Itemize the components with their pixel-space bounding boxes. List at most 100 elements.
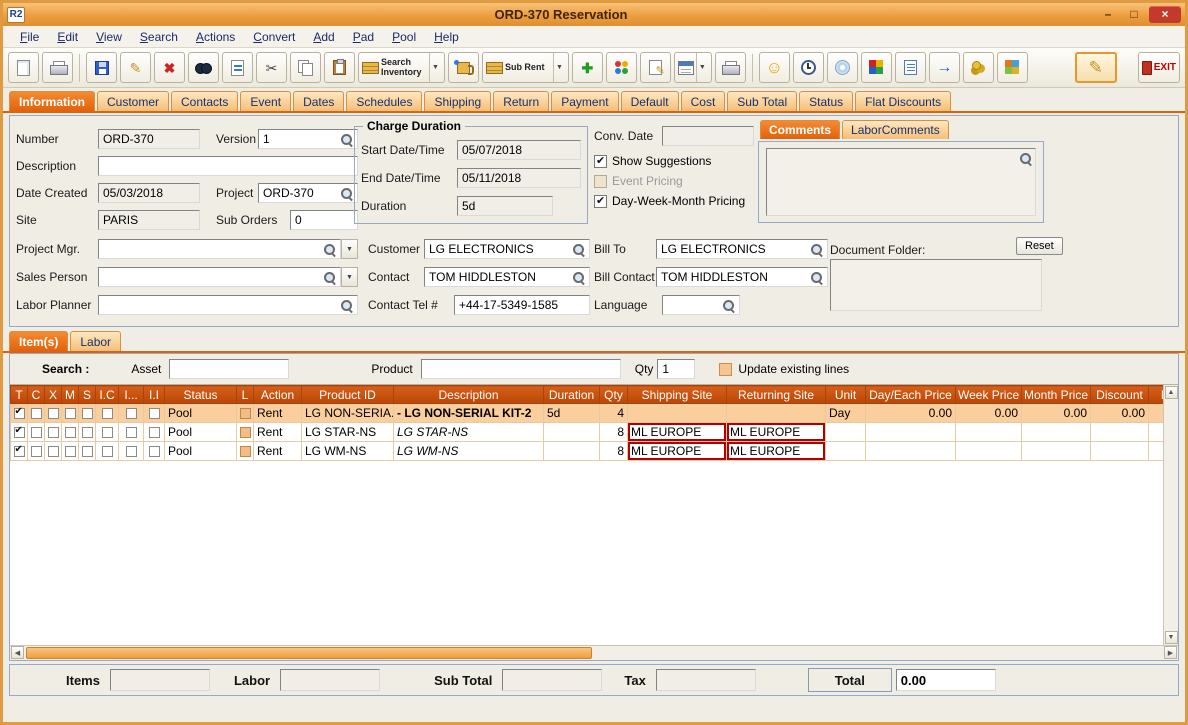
row-checkbox[interactable] [81,427,93,439]
cell-status[interactable]: Pool [164,422,237,442]
column-header[interactable]: Action [253,385,302,404]
scroll-right-icon[interactable] [1164,646,1177,659]
cell-shipping-site[interactable]: ML EUROPE [627,441,727,461]
table-row[interactable]: Pool Rent LG STAR-NS LG STAR-NS 8 ML EUR… [10,422,1178,442]
print-button[interactable] [42,52,73,83]
version-field[interactable]: 1 [258,129,358,149]
row-checkbox[interactable] [81,408,93,420]
search-icon[interactable] [722,299,735,312]
cell-l[interactable] [236,422,254,442]
cell-status[interactable]: Pool [164,441,237,461]
row-checkbox[interactable] [13,425,25,439]
cell-m[interactable] [61,403,79,423]
cell-day-price[interactable] [865,422,956,442]
cell-discount[interactable] [1090,441,1149,461]
column-header[interactable]: X [44,385,62,404]
edit-note-button[interactable] [639,52,671,83]
maximize-button[interactable]: □ [1123,6,1145,23]
column-header[interactable]: I... [118,385,144,404]
contact-field[interactable]: TOM HIDDLESTON [424,267,590,287]
product-input[interactable] [420,359,621,379]
cell-product-id[interactable]: LG WM-NS [301,441,394,461]
show-suggestions-checkbox[interactable] [594,154,607,168]
delete-button[interactable]: ✖ [154,52,185,83]
cell-qty[interactable]: 4 [599,403,628,423]
column-header[interactable]: T [10,385,28,404]
cell-shipping-site[interactable]: ML EUROPE [627,422,727,442]
tab-contacts[interactable]: Contacts [171,91,239,111]
row-checkbox[interactable] [239,408,251,420]
convert-button[interactable] [222,52,253,83]
cell-month-price[interactable] [1021,441,1091,461]
search-icon[interactable] [1019,152,1032,165]
inventory-cube-button[interactable] [860,52,892,83]
cell-description[interactable]: LG WM-NS [393,441,544,461]
cell-m[interactable] [61,422,79,442]
pool-button[interactable] [605,52,637,83]
search-icon[interactable] [810,271,823,284]
row-checkbox[interactable] [13,444,25,458]
tab-schedules[interactable]: Schedules [346,91,423,111]
search-icon[interactable] [323,271,336,284]
menu-edit[interactable]: Edit [48,28,87,46]
row-checkbox[interactable] [30,427,42,439]
cell-status[interactable]: Pool [164,403,237,423]
column-header[interactable]: Returning Site [726,385,826,404]
quick-edit-button[interactable]: ✎ [1074,52,1117,83]
cell-returning-site[interactable] [726,403,826,423]
cell-s[interactable] [78,422,96,442]
menu-pool[interactable]: Pool [383,28,425,46]
contact-tel-field[interactable]: +44-17-5349-1585 [454,295,590,315]
cell-discount[interactable]: 0.00 [1090,403,1149,423]
project-mgr-field[interactable] [98,239,341,259]
column-header[interactable]: Product ID [301,385,394,404]
project-field[interactable]: ORD-370 [258,183,358,203]
scroll-up-icon[interactable] [1164,386,1178,399]
row-checkbox[interactable] [125,408,137,420]
edit-button[interactable]: ✎ [120,52,151,83]
column-header[interactable]: I.C [95,385,119,404]
table-row[interactable]: Pool Rent LG NON-SERIA... - LG NON-SERIA… [10,403,1178,423]
tab-return[interactable]: Return [493,91,550,111]
column-header[interactable]: I.I [143,385,165,404]
cell-qty[interactable]: 8 [599,441,628,461]
cell-description[interactable]: LG STAR-NS [393,422,544,442]
column-header[interactable]: Discount [1090,385,1149,404]
column-header[interactable]: Qty [599,385,628,404]
asset-input[interactable] [169,359,290,379]
cell-t[interactable] [10,403,28,423]
cell-t[interactable] [10,441,28,461]
menu-view[interactable]: View [87,28,131,46]
tab-labor[interactable]: Labor [70,331,122,351]
cell-month-price[interactable]: 0.00 [1021,403,1091,423]
cell-c[interactable] [27,422,45,442]
bill-to-field[interactable]: LG ELECTRONICS [656,239,828,259]
cell-returning-site[interactable]: ML EUROPE [726,441,826,461]
row-checkbox[interactable] [64,446,76,458]
cell-week-price[interactable] [955,441,1022,461]
row-checkbox[interactable] [30,446,42,458]
column-header[interactable]: Description [393,385,544,404]
exit-button[interactable]: EXIT [1137,52,1180,83]
cell-c[interactable] [27,441,45,461]
tab-cost[interactable]: Cost [680,91,726,111]
cell-unit[interactable] [825,422,866,442]
menu-pad[interactable]: Pad [344,28,383,46]
row-checkbox[interactable] [148,446,160,458]
tab-dates[interactable]: Dates [293,91,345,111]
row-checkbox[interactable] [47,427,59,439]
sub-rent-button[interactable]: Sub Rent [481,52,569,83]
tab-payment[interactable]: Payment [551,91,619,111]
tab-labor-comments[interactable]: LaborComments [842,120,949,139]
sales-person-field[interactable] [98,267,341,287]
chevron-down-icon[interactable] [695,53,708,82]
row-checkbox[interactable] [101,446,113,458]
cell-ic[interactable] [95,422,119,442]
cell-t[interactable] [10,422,28,442]
search-icon[interactable] [340,133,353,146]
find-button[interactable] [188,52,219,83]
cell-s[interactable] [78,403,96,423]
tab-status[interactable]: Status [799,91,854,111]
row-checkbox[interactable] [81,446,93,458]
search-inventory-button[interactable]: Search Inventory [358,52,445,83]
